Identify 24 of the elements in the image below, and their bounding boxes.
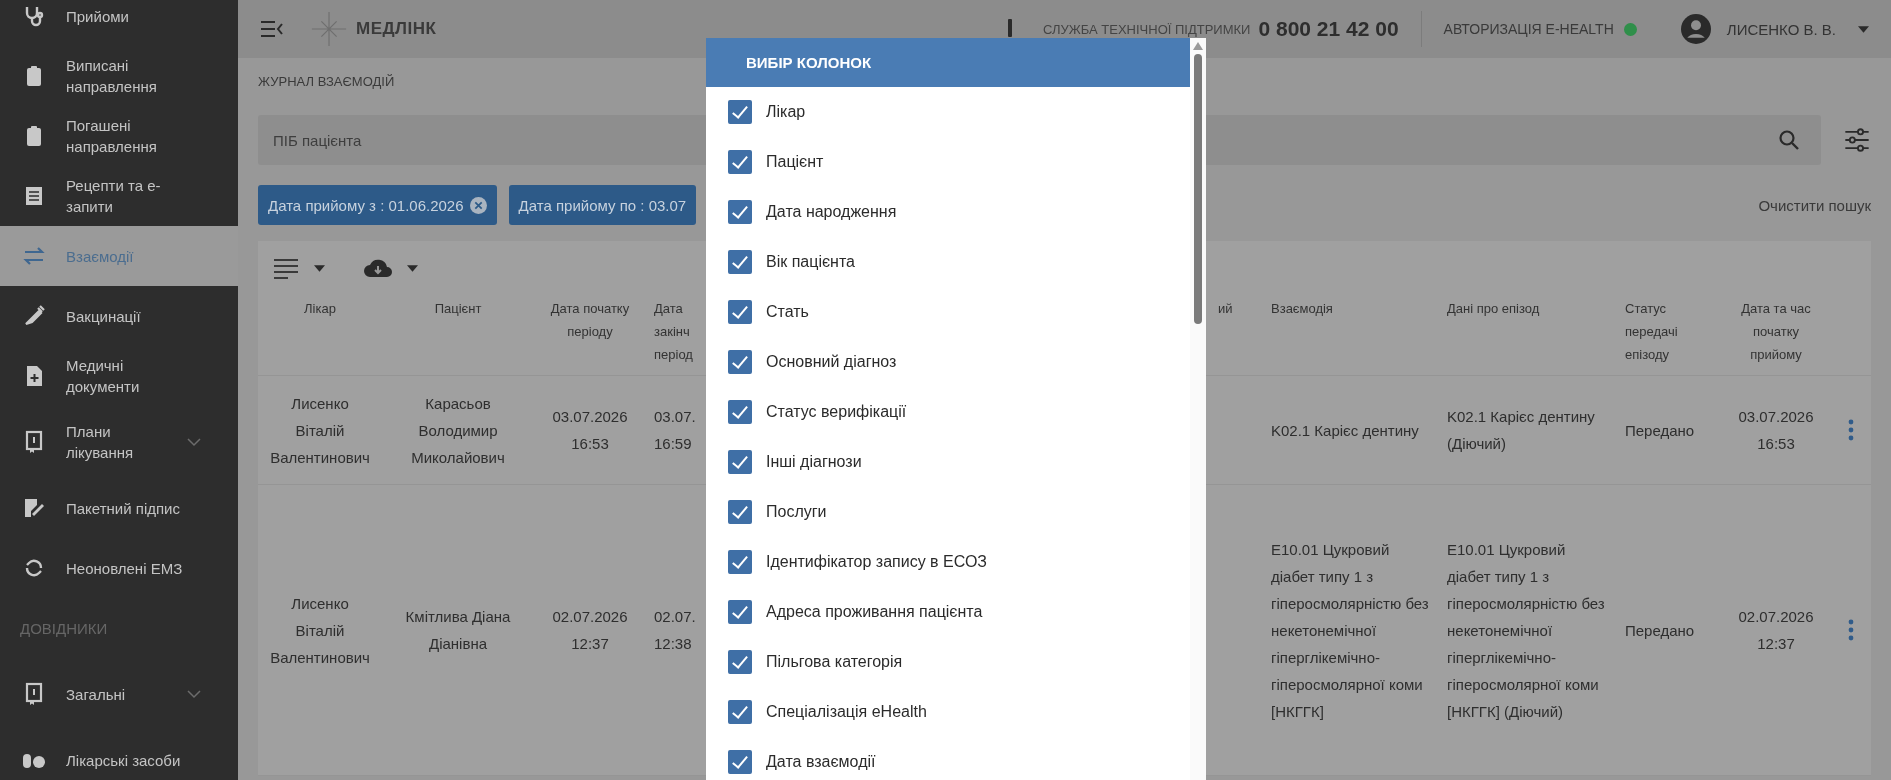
support-phone: 0 800 21 42 00 <box>1258 17 1399 41</box>
table-cell-text: E10.01 Цукровий діабет типу 1 з гіперосмолярністю без некетонемічної гіперглікемічно-гіперосмолярної коми [НКГГК] <box>1271 539 1430 722</box>
table-cell-text: 02.07.2026 12:37 <box>551 607 629 654</box>
table-cell-text: K02.1 Карієс дентину <box>1271 420 1419 441</box>
table-cell-text: Кмітлива Діана Діанівна <box>404 607 512 654</box>
support-label: СЛУЖБА ТЕХНІЧНОЇ ПІДТРИМКИ <box>1043 21 1251 37</box>
table-cell-text: E10.01 Цукровий діабет типу 1 з гіперосмолярністю без некетонемічної гіперглікемічно-гіперосмолярної коми [НКГГК] (Діючий) <box>1447 539 1606 722</box>
section-title: ДОВІДНИКИ <box>19 618 109 639</box>
table-cell-text: 03.07.2026 16:53 <box>551 407 629 454</box>
table-cell-text: Лисенко Віталій Валентинович <box>270 393 370 468</box>
table-cell-text: Карасьов Володимир Миколайович <box>410 393 506 468</box>
dialog-title: ВИБІР КОЛОНОК <box>746 54 872 71</box>
table-cell-text: 02.07.2026 12:37 <box>1737 607 1815 654</box>
table-cell-text: Лисенко Віталій Валентинович <box>270 593 370 668</box>
table-cell-text: 03.07. 16:59 <box>654 407 697 454</box>
breadcrumb: ЖУРНАЛ ВЗАЄМОДІЙ <box>258 74 395 89</box>
logo-text: МЕДЛІНК <box>356 19 437 39</box>
table-cell-text: K02.1 Карієс дентину (Діючий) <box>1447 407 1596 454</box>
table-cell-text: Передано <box>1625 420 1695 441</box>
column-header: ий <box>1218 300 1233 318</box>
table-cell-text: 03.07.2026 16:53 <box>1737 407 1815 454</box>
table-cell-text: Передано <box>1625 620 1695 641</box>
table-cell-text: 02.07. 12:38 <box>654 607 697 654</box>
auth-label: АВТОРИЗАЦІЯ E-HEALTH <box>1443 21 1614 37</box>
